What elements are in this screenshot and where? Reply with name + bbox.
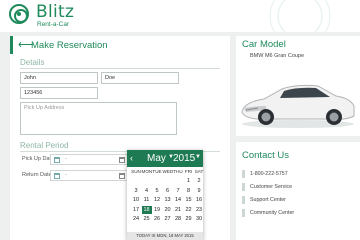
year-selector[interactable]: 2015 xyxy=(173,153,195,164)
calendar-day[interactable]: 21 xyxy=(173,206,183,214)
today-footer[interactable]: TODAY IS MON, 18 MAY 2015 xyxy=(127,232,203,240)
weekday-label: FRI xyxy=(184,169,193,174)
weekday-label: SUN xyxy=(131,169,141,174)
list-bullet xyxy=(242,209,245,217)
pickup-address-field[interactable]: Pick Up Address xyxy=(20,102,177,135)
list-bullet xyxy=(242,196,245,204)
calendar-day[interactable]: 8 xyxy=(184,187,194,195)
app-header: Blitz Rent-a-Car xyxy=(0,0,360,32)
calendar-day[interactable]: 11 xyxy=(142,196,152,204)
calendar-day[interactable]: 30 xyxy=(194,215,204,223)
return-date-label: Return Date xyxy=(22,172,52,178)
calendar-day[interactable]: 26 xyxy=(152,215,162,223)
weekday-label: SAT xyxy=(194,169,204,174)
calendar-day[interactable]: 9 xyxy=(194,187,204,195)
calendar-day[interactable]: 5 xyxy=(152,187,162,195)
calendar-day[interactable]: 29 xyxy=(184,215,194,223)
calendar-day[interactable]: 7 xyxy=(173,187,183,195)
logo-icon xyxy=(9,4,29,24)
brand-tagline: Rent-a-Car xyxy=(37,21,70,28)
calendar-picker-icon[interactable] xyxy=(119,157,125,163)
weekday-label: TUE xyxy=(152,169,162,174)
calendar-day[interactable]: 6 xyxy=(163,187,173,195)
list-bullet xyxy=(242,183,245,191)
calendar-day[interactable]: 19 xyxy=(152,206,162,214)
details-heading: Details xyxy=(20,58,45,67)
date-picker-popup[interactable]: ‹ May ▼ 2015 ▼ SUN MON TUE WED THU FRI SAT 123… xyxy=(127,150,203,240)
calendar-day[interactable]: 16 xyxy=(194,196,204,204)
calendar-day[interactable]: 28 xyxy=(173,215,183,223)
contact-phone[interactable]: 1-800-222-5757 xyxy=(250,171,288,177)
month-selector[interactable]: May xyxy=(147,153,166,164)
community-center-link[interactable]: Community Center xyxy=(250,210,294,216)
calendar-day[interactable]: 4 xyxy=(142,187,152,195)
calendar-day[interactable]: 20 xyxy=(163,206,173,214)
calendar-day[interactable]: 27 xyxy=(163,215,173,223)
last-name-field[interactable]: Doe xyxy=(101,72,179,84)
chevron-down-icon[interactable]: ▼ xyxy=(195,154,201,160)
calendar-day[interactable]: 1 xyxy=(184,177,194,185)
calendar-day[interactable]: 17 xyxy=(131,206,141,214)
section-accent-bar xyxy=(10,36,13,54)
calendar-day[interactable]: 23 xyxy=(194,206,204,214)
calendar-day[interactable]: 13 xyxy=(163,196,173,204)
rental-period-heading: Rental Period xyxy=(20,141,69,150)
calendar-day[interactable]: 25 xyxy=(142,215,152,223)
calendar-day[interactable]: 3 xyxy=(131,187,141,195)
calendar-small-icon xyxy=(54,173,60,179)
calendar-day[interactable]: 12 xyxy=(152,196,162,204)
car-model-heading: Car Model xyxy=(242,39,286,50)
header-decoration xyxy=(269,0,331,32)
calendar-day[interactable]: 10 xyxy=(131,196,141,204)
calendar-day[interactable]: 14 xyxy=(173,196,183,204)
return-date-field[interactable]: - xyxy=(50,170,128,181)
return-date-value: - xyxy=(65,172,67,178)
reservation-title: Make Reservation xyxy=(31,40,108,51)
calendar-day[interactable]: 22 xyxy=(184,206,194,214)
calendar-header: ‹ May ▼ 2015 ▼ xyxy=(127,150,203,167)
calendar-day[interactable]: 2 xyxy=(194,177,204,185)
car-image xyxy=(241,84,355,128)
calendar-day-selected[interactable]: 18 xyxy=(141,205,152,214)
calendar-day[interactable]: 24 xyxy=(131,215,141,223)
brand-name: Blitz xyxy=(36,2,75,22)
previous-month-icon[interactable]: ‹ xyxy=(130,153,133,163)
weekday-label: MON xyxy=(141,169,153,174)
calendar-picker-icon[interactable] xyxy=(119,173,125,179)
calendar-day[interactable]: 15 xyxy=(184,196,194,204)
weekday-label: THU xyxy=(173,169,183,174)
contact-heading: Contact Us xyxy=(242,150,289,161)
support-center-link[interactable]: Support Center xyxy=(250,197,286,203)
first-name-field[interactable]: John xyxy=(20,72,98,84)
list-bullet xyxy=(242,170,245,178)
pickup-date-value: - xyxy=(65,156,67,162)
customer-service-link[interactable]: Customer Service xyxy=(250,184,292,190)
id-number-field[interactable]: 123456 xyxy=(20,87,98,99)
pickup-date-field[interactable]: - xyxy=(50,154,128,165)
calendar-small-icon xyxy=(54,157,60,163)
weekday-label: WED xyxy=(162,169,174,174)
divider xyxy=(20,68,220,69)
car-model-name: BMW M6 Gran Coupe xyxy=(250,53,305,59)
